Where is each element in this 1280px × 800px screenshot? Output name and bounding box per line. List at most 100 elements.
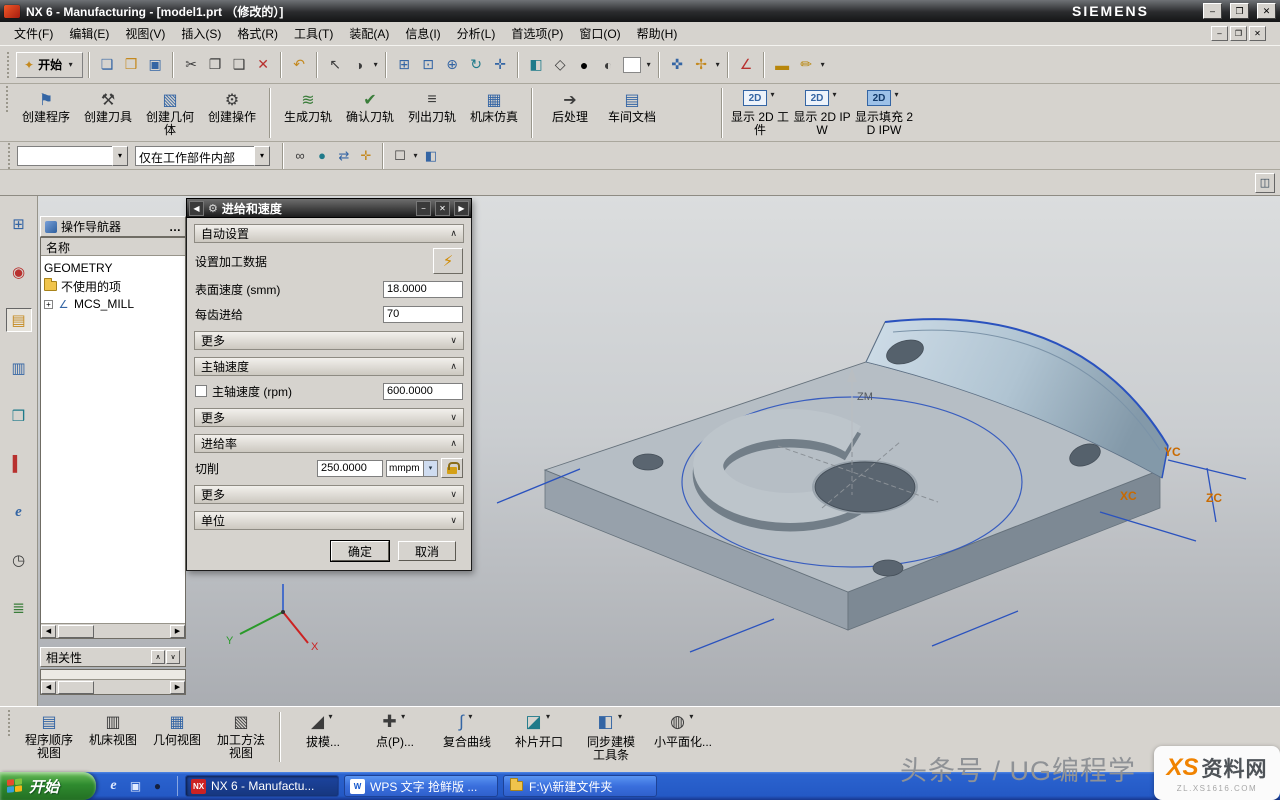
dropdown-caret-icon[interactable]: ▾ bbox=[254, 146, 270, 166]
expand-toggle[interactable]: + bbox=[44, 300, 53, 309]
toolbar-grip[interactable] bbox=[7, 52, 12, 78]
menu-format[interactable]: 格式(R) bbox=[229, 22, 286, 45]
menu-tools[interactable]: 工具(T) bbox=[286, 22, 341, 45]
history-icon[interactable]: ◷ bbox=[6, 548, 32, 572]
tree-item-mcs-mill[interactable]: + ∠ MCS_MILL bbox=[44, 295, 182, 313]
dependencies-header[interactable]: 相关性 ∧ ∨ bbox=[40, 647, 186, 667]
dialog-close-button[interactable]: ✕ bbox=[435, 201, 450, 216]
rectangle-select-icon[interactable]: ☐ bbox=[389, 145, 411, 167]
snap-sphere-icon[interactable]: ● bbox=[311, 145, 333, 167]
internet-explorer-icon[interactable]: e bbox=[105, 778, 122, 795]
cancel-button[interactable]: 取消 bbox=[398, 541, 456, 561]
maximize-button[interactable]: ❐ bbox=[1230, 3, 1249, 19]
feed-per-tooth-input[interactable] bbox=[383, 306, 463, 323]
section-automatic-settings[interactable]: 自动设置 ∧ bbox=[194, 224, 464, 243]
menu-help[interactable]: 帮助(H) bbox=[629, 22, 686, 45]
selection-scope-value[interactable]: 仅在工作部件内部 bbox=[135, 146, 255, 166]
web-browser-icon[interactable]: e bbox=[6, 500, 32, 524]
mdi-restore-button[interactable]: ❐ bbox=[1230, 26, 1247, 41]
collapse-section-icon[interactable]: ∧ bbox=[450, 438, 457, 449]
create-operation-button[interactable]: ⚙ 创建操作 bbox=[201, 86, 263, 138]
scroll-left-button[interactable]: ◀ bbox=[41, 681, 56, 694]
start-button[interactable]: 开始 bbox=[0, 772, 96, 800]
expand-section-icon[interactable]: ∨ bbox=[450, 515, 457, 526]
menu-window[interactable]: 窗口(O) bbox=[571, 22, 628, 45]
scrollbar-thumb[interactable] bbox=[58, 625, 94, 638]
shaded-view-icon[interactable]: ◧ bbox=[524, 53, 548, 77]
constraint-navigator-icon[interactable]: ◉ bbox=[6, 260, 32, 284]
generate-toolpath-button[interactable]: ≋ 生成刀轨 bbox=[277, 86, 339, 138]
tree-item-geometry[interactable]: GEOMETRY bbox=[44, 259, 182, 277]
show-solid-icon[interactable]: ◧ bbox=[420, 145, 442, 167]
measure-distance-icon[interactable]: ▬ bbox=[770, 53, 794, 77]
assembly-navigator-icon[interactable]: ⊞ bbox=[6, 212, 32, 236]
draft-button[interactable]: ◢▾ 拔模... bbox=[287, 710, 359, 768]
horizontal-scrollbar[interactable]: ◀ ▶ bbox=[41, 679, 185, 694]
scroll-right-button[interactable]: ▶ bbox=[170, 625, 185, 638]
pan-icon[interactable]: ✛ bbox=[488, 53, 512, 77]
dialog-forward-button[interactable]: ▶ bbox=[454, 201, 469, 216]
section-feed-rates[interactable]: 进给率 ∧ bbox=[194, 434, 464, 453]
more-bar[interactable]: 更多 ∨ bbox=[194, 408, 464, 427]
show-filled-2d-ipw-button[interactable]: 2D ▾ 显示填充 2D IPW bbox=[853, 86, 915, 138]
menu-preferences[interactable]: 首选项(P) bbox=[503, 22, 571, 45]
background-color-icon[interactable]: □ bbox=[623, 57, 641, 73]
expand-section-icon[interactable]: ∨ bbox=[450, 412, 457, 423]
point-button[interactable]: ✚▾ 点(P)... bbox=[359, 710, 431, 768]
verify-toolpath-button[interactable]: ✔ 确认刀轨 bbox=[339, 86, 401, 138]
dropdown-caret-icon[interactable]: ▾ bbox=[399, 712, 408, 721]
ok-button[interactable]: 确定 bbox=[331, 541, 389, 561]
delete-icon[interactable]: ✕ bbox=[251, 53, 275, 77]
panel-collapse-icon[interactable]: ◫ bbox=[1255, 173, 1275, 193]
cut-feed-input[interactable] bbox=[317, 460, 383, 477]
create-program-button[interactable]: ⚑ 创建程序 bbox=[15, 86, 77, 138]
spindle-speed-input[interactable] bbox=[383, 383, 463, 400]
zoom-icon[interactable]: ⊕ bbox=[440, 53, 464, 77]
column-header-name[interactable]: 名称 bbox=[41, 238, 185, 256]
dropdown-caret-icon[interactable]: ▾ bbox=[768, 90, 777, 99]
reuse-library-icon[interactable]: ❒ bbox=[6, 404, 32, 428]
toolbar-grip[interactable] bbox=[8, 710, 13, 736]
units-bar[interactable]: 单位 ∨ bbox=[194, 511, 464, 530]
cut-icon[interactable]: ✂ bbox=[179, 53, 203, 77]
menu-file[interactable]: 文件(F) bbox=[6, 22, 61, 45]
render-style-icon[interactable]: ◑ bbox=[347, 53, 371, 77]
show-2d-ipw-button[interactable]: 2D ▾ 显示 2D IPW bbox=[791, 86, 853, 138]
taskbar-item-wps[interactable]: W WPS 文字 抢鲜版 ... bbox=[344, 775, 498, 797]
scroll-right-button[interactable]: ▶ bbox=[170, 681, 185, 694]
new-file-icon[interactable]: ❏ bbox=[95, 53, 119, 77]
navigator-header[interactable]: 操作导航器 … bbox=[40, 216, 186, 237]
feed-unit-combo[interactable]: mmpm ▾ bbox=[386, 460, 438, 477]
menu-assemblies[interactable]: 装配(A) bbox=[341, 22, 397, 45]
dropdown-caret-icon[interactable]: ▾ bbox=[423, 460, 438, 477]
minimize-button[interactable]: – bbox=[1203, 3, 1222, 19]
selection-cursor-icon[interactable]: ↖ bbox=[323, 53, 347, 77]
menu-information[interactable]: 信息(I) bbox=[397, 22, 448, 45]
open-icon[interactable]: ❒ bbox=[119, 53, 143, 77]
snap-point-settings-icon[interactable]: ✛ bbox=[355, 145, 377, 167]
menu-edit[interactable]: 编辑(E) bbox=[61, 22, 117, 45]
feed-lock-button[interactable] bbox=[441, 458, 463, 478]
surface-speed-input[interactable] bbox=[383, 281, 463, 298]
machining-method-view-button[interactable]: ▧ 加工方法视图 bbox=[209, 710, 273, 768]
dropdown-caret-icon[interactable]: ▾ bbox=[892, 90, 901, 99]
palettes-icon[interactable]: ≣ bbox=[6, 596, 32, 620]
collapse-section-icon[interactable]: ∧ bbox=[450, 228, 457, 239]
operation-navigator-icon[interactable]: ▤ bbox=[6, 308, 32, 332]
more-bar[interactable]: 更多 ∨ bbox=[194, 331, 464, 350]
mdi-close-button[interactable]: ✕ bbox=[1249, 26, 1266, 41]
section-spindle-speed[interactable]: 主轴速度 ∧ bbox=[194, 357, 464, 376]
part-navigator-icon[interactable]: ▥ bbox=[6, 356, 32, 380]
dropdown-caret-icon[interactable]: ▾ bbox=[818, 60, 827, 69]
taskbar-item-nx[interactable]: NX NX 6 - Manufactu... bbox=[185, 775, 339, 797]
true-shading-icon[interactable]: ● bbox=[572, 53, 596, 77]
dropdown-caret-icon[interactable]: ▾ bbox=[411, 151, 420, 160]
dropdown-caret-icon[interactable]: ▾ bbox=[830, 90, 839, 99]
dropdown-caret-icon[interactable]: ▾ bbox=[713, 60, 722, 69]
scroll-left-button[interactable]: ◀ bbox=[41, 625, 56, 638]
expand-section-icon[interactable]: ∨ bbox=[450, 489, 457, 500]
dropdown-caret-icon[interactable]: ▾ bbox=[544, 712, 553, 721]
scrollbar-thumb[interactable] bbox=[58, 681, 94, 694]
machine-tool-view-button[interactable]: ▥ 机床视图 bbox=[81, 710, 145, 768]
dropdown-caret-icon[interactable]: ▾ bbox=[687, 712, 696, 721]
